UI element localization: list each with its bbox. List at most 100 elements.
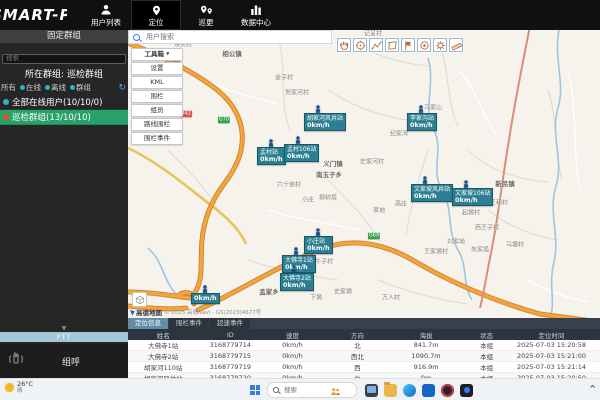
tool-gear-button[interactable]: [433, 38, 447, 52]
task-view-button[interactable]: [365, 384, 378, 397]
user-list-icon: [100, 3, 112, 16]
bottom-tab-0[interactable]: 定位信息: [128, 318, 168, 329]
table-row[interactable]: 大佛寺1站31687797140km/h北841.7m本组2025-07-03 …: [128, 340, 600, 351]
map-canvas[interactable]: 东头村相公镇记呈村金子村贺家河村马家山纪家湾史家河村义门镇南玉子乡六十亩村小庄柳…: [128, 30, 600, 318]
table-cell: 胡家河110站: [128, 362, 198, 373]
windows-start-button[interactable]: [250, 385, 260, 395]
filter-label: 群组: [76, 82, 91, 93]
user-marker[interactable]: 小庄站0km/h: [314, 224, 322, 243]
tab-label: 用户列表: [91, 17, 121, 28]
taskbar-search-input[interactable]: [282, 386, 330, 395]
media-app-icon[interactable]: [441, 384, 454, 397]
blue-app-icon[interactable]: [422, 384, 435, 397]
locate-icon: [151, 3, 162, 16]
user-marker[interactable]: 大佛寺2站0km/h: [290, 261, 298, 280]
map-search-bar[interactable]: [128, 30, 332, 44]
filter-3[interactable]: 群组: [70, 82, 91, 93]
table-cell: 大佛寺1站: [128, 340, 198, 351]
menu-item-3[interactable]: 组员: [131, 104, 183, 117]
tab-user-list[interactable]: 用户列表: [81, 0, 131, 30]
column-header: ID: [198, 329, 262, 340]
user-marker[interactable]: 孟村106站0km/h: [294, 132, 302, 151]
taskbar-search[interactable]: [267, 382, 357, 398]
bottom-tab-2[interactable]: 超速事件: [210, 318, 250, 329]
map-place-label: 贺家河村: [285, 88, 309, 97]
ruler-icon: [451, 36, 462, 55]
patrol-icon: [200, 3, 213, 16]
file-explorer-icon[interactable]: [384, 384, 397, 397]
weather-widget[interactable]: 26°C 晴: [5, 381, 33, 394]
marker-label: 文家坡106站0km/h: [452, 188, 493, 206]
tool-flag-button[interactable]: [401, 38, 415, 52]
sun-icon: [5, 383, 14, 392]
menu-item-1[interactable]: KML: [131, 76, 183, 89]
collapse-arrow-icon[interactable]: ▼: [0, 325, 128, 332]
table-row[interactable]: 胡家河110站31687797190km/h西916.9m本组2025-07-0…: [128, 362, 600, 373]
marker-label: 李家沟站0km/h: [407, 113, 437, 131]
ptt-app-icon[interactable]: [460, 384, 473, 397]
circle-marker-icon: [419, 36, 430, 55]
marker-label: 大佛寺1站0km/h: [282, 255, 316, 273]
marker-label: 文家坡风井站0km/h: [411, 184, 453, 202]
edge-browser-icon[interactable]: [403, 384, 416, 397]
tool-compass-button[interactable]: [353, 38, 367, 52]
map-place-label: 孟家乡: [259, 286, 279, 296]
tab-data-center[interactable]: 数据中心: [231, 0, 281, 30]
refresh-icon[interactable]: ↻: [118, 84, 126, 92]
user-marker[interactable]: 李家沟站0km/h: [417, 101, 425, 120]
menu-item-0[interactable]: 设置: [131, 62, 183, 75]
map-place-label: 南玉子乡: [316, 169, 342, 179]
tab-patrol[interactable]: 巡更: [181, 0, 231, 30]
column-header: 方向: [323, 329, 392, 340]
filter-label: 在线: [26, 82, 41, 93]
group-item[interactable]: 巡检群组(13/10/10): [0, 110, 128, 125]
map-place-label: 草地: [373, 206, 385, 215]
bottom-tab-1[interactable]: 围栏事件: [169, 318, 209, 329]
tool-polyline-button[interactable]: [369, 38, 383, 52]
table-cell: 北: [323, 340, 392, 351]
filter-2[interactable]: 离线: [45, 82, 66, 93]
tool-circle-marker-button[interactable]: [417, 38, 431, 52]
menu-item-4[interactable]: 路线围栏: [131, 118, 183, 131]
table-cell: 0km/h: [262, 351, 323, 362]
group-search-input[interactable]: [2, 54, 126, 64]
user-search-input[interactable]: [144, 33, 308, 42]
table-row[interactable]: 大佛寺2站31687797150km/h西北1090.7m本组2025-07-0…: [128, 351, 600, 362]
user-marker[interactable]: 文家坡风井站0km/h: [421, 172, 429, 191]
menu-item-2[interactable]: 围栏: [131, 90, 183, 103]
toolbox-menu-button[interactable]: 工具箱▼: [131, 48, 183, 61]
map-place-label: 相公镇: [222, 48, 242, 58]
tray-expand-chevron[interactable]: ^: [589, 384, 596, 394]
map-attribution: 高德地图 © 2025 高德Navi - GS(2023)4677号: [131, 307, 261, 317]
map-place-label: 高庄: [395, 199, 407, 208]
ptt-bar[interactable]: PTT: [0, 332, 128, 342]
user-marker[interactable]: 胡家河风井站0km/h: [314, 101, 322, 120]
table-cell: 35.156075: [590, 362, 600, 373]
table-cell: 1090.7m: [392, 351, 460, 362]
filter-0[interactable]: 所有: [0, 82, 16, 93]
marker-speed: 0km/h: [287, 153, 316, 160]
user-marker[interactable]: 大佛寺1站0km/h: [292, 243, 300, 262]
marker-speed: 0km/h: [194, 295, 217, 302]
column-header: 速度: [262, 329, 323, 340]
user-marker[interactable]: 0km/h: [201, 281, 209, 300]
user-marker[interactable]: 文家坡106站0km/h: [462, 176, 470, 195]
tab-locate[interactable]: 定位: [131, 0, 181, 30]
map-place-label: 马家山: [424, 103, 442, 112]
tool-polygon-button[interactable]: [385, 38, 399, 52]
map-draw-toolbar: [336, 37, 464, 53]
menu-item-5[interactable]: 围栏事件: [131, 132, 183, 145]
map-place-label: 王家塬村: [424, 247, 448, 256]
view-3d-button[interactable]: [132, 292, 147, 307]
map-place-label: 西王子村: [475, 223, 499, 232]
marker-label: 0km/h: [191, 293, 220, 304]
table-cell: 35.066948: [590, 351, 600, 362]
tool-ruler-button[interactable]: [449, 38, 463, 52]
group-call-button[interactable]: 组呼: [0, 344, 128, 378]
map-tool-menu: 工具箱▼设置KML围栏组员路线围栏围栏事件: [131, 48, 183, 146]
map-place-label: 六十亩村: [277, 180, 301, 189]
group-item[interactable]: 全部在线用户(10/10/0): [0, 95, 128, 110]
tool-pan-hand-button[interactable]: [337, 38, 351, 52]
filter-1[interactable]: 在线: [20, 82, 41, 93]
user-marker[interactable]: 孟村站0km/h: [267, 135, 275, 154]
